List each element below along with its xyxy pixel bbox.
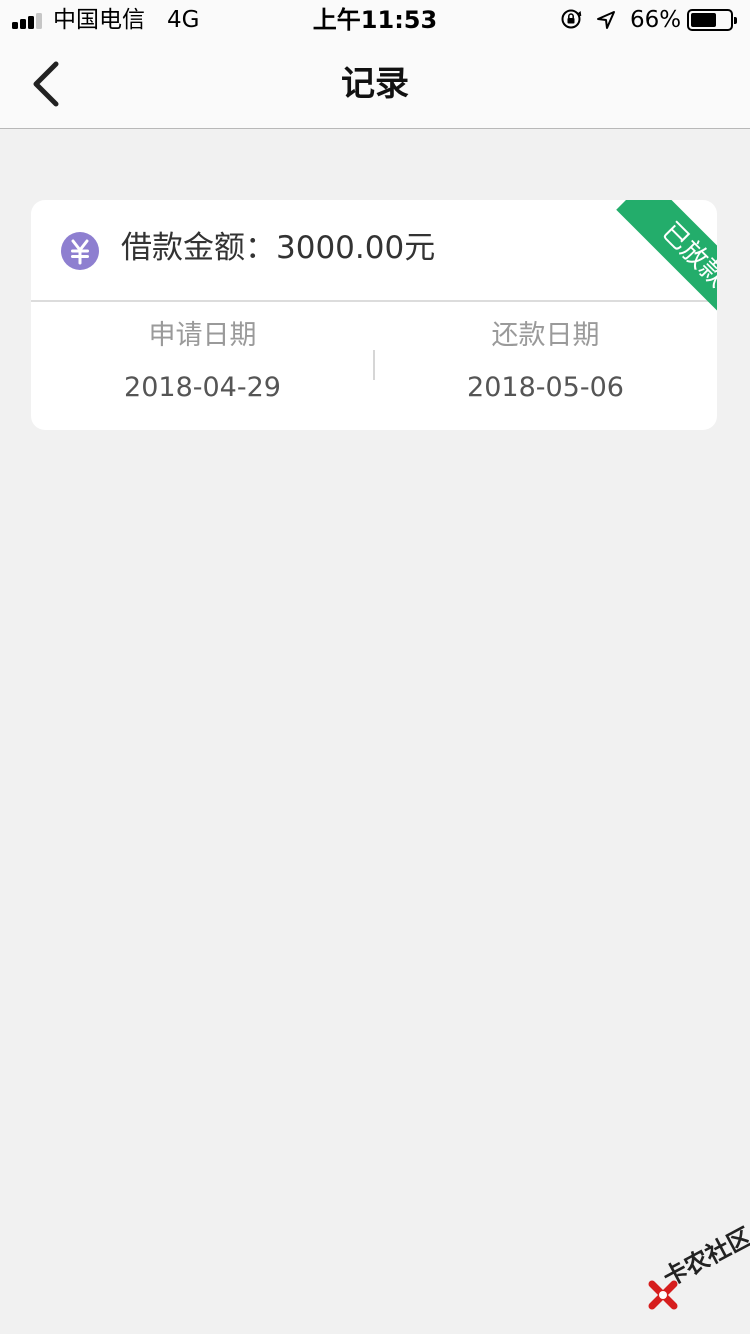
status-badge-label: 已放款 <box>655 216 717 294</box>
location-arrow-icon <box>597 11 615 29</box>
apply-date-label: 申请日期 <box>148 320 257 351</box>
status-ribbon: 已放款 <box>585 200 717 332</box>
status-badge: 已放款 <box>616 200 717 332</box>
loan-amount: 借款金额：3000.00元 <box>121 226 435 270</box>
loan-amount-label: 借款金额： <box>121 230 276 266</box>
apply-date-value: 2018-04-29 <box>124 372 281 403</box>
battery-icon <box>687 9 737 31</box>
battery-percent: 66% <box>630 7 682 33</box>
loan-record-card[interactable]: 借款金额：3000.00元 申请日期 2018-04-29 还款日期 2018-… <box>31 200 717 430</box>
watermark: 卡农社区 <box>640 1222 750 1320</box>
page-title: 记录 <box>341 64 409 104</box>
watermark-text: 卡农社区 <box>658 1222 750 1293</box>
apply-date-column: 申请日期 2018-04-29 <box>31 318 374 406</box>
nav-bar: 记录 <box>0 40 750 129</box>
yuan-icon <box>61 232 99 270</box>
orientation-lock-icon <box>561 9 582 29</box>
repay-date-value: 2018-05-06 <box>467 372 624 403</box>
loan-amount-value: 3000.00元 <box>276 230 436 266</box>
status-bar: 中国电信 4G 上午11:53 66% <box>0 0 750 40</box>
